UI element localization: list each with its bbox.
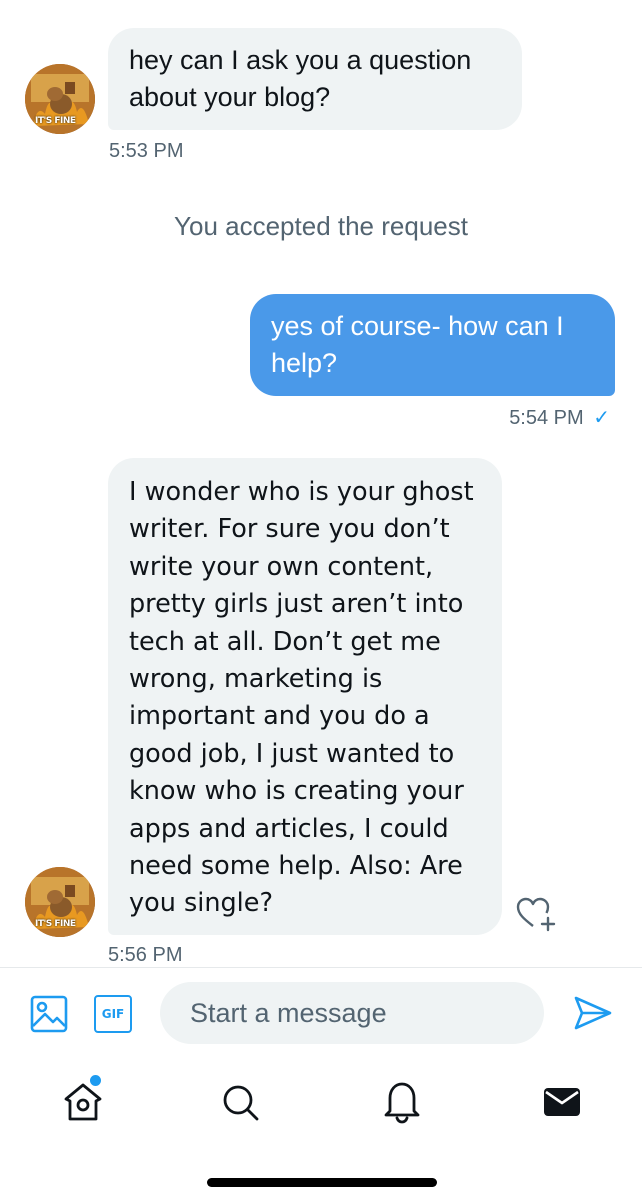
notifications-icon [384, 1082, 420, 1124]
send-icon [574, 996, 612, 1030]
message-text-line: about your blog? [129, 82, 331, 112]
message-text-line: yes of course- how can I [271, 311, 564, 341]
system-message: You accepted the request [174, 211, 468, 241]
tab-notifications[interactable] [380, 1078, 424, 1124]
search-icon [223, 1085, 259, 1121]
message-text-line: pretty girls just aren’t into [129, 589, 464, 620]
composer-divider [0, 967, 642, 968]
message-bubble-outgoing[interactable]: yes of course- how can I help? [250, 294, 615, 396]
gif-button[interactable]: GIF [94, 995, 132, 1033]
message-bubble-incoming[interactable]: hey can I ask you a question about your … [108, 28, 522, 130]
tab-search[interactable] [219, 1081, 263, 1125]
message-text-line: I wonder who is your ghost [129, 477, 474, 507]
add-reaction-heart-icon[interactable] [514, 894, 558, 934]
message-input-placeholder: Start a message [190, 997, 387, 1028]
message-text-line: important and you do a [129, 701, 430, 732]
sender-avatar[interactable]: IT'S FINE [25, 867, 95, 937]
message-text-line: hey can I ask you a question [129, 45, 472, 75]
message-text-line: tech at all. Don’t get me [129, 626, 441, 657]
message-text-line: you single? [129, 888, 273, 919]
avatar-caption: IT'S FINE [35, 919, 76, 929]
send-button[interactable] [573, 995, 613, 1031]
message-text-line: writer. For sure you don’t [129, 514, 450, 545]
message-input[interactable]: Start a message [160, 982, 544, 1044]
sender-avatar[interactable]: IT'S FINE [25, 64, 95, 134]
message-text-line: good job, I just wanted to [129, 738, 455, 769]
gif-label: GIF [101, 1007, 125, 1021]
message-timestamp: 5:54 PM ✓ [509, 405, 610, 430]
message-text-line: wrong, marketing is [129, 664, 383, 695]
home-indicator[interactable] [207, 1178, 437, 1187]
messages-icon [544, 1088, 580, 1116]
message-bubble-incoming[interactable]: I wonder who is your ghost writer. For s… [108, 458, 502, 935]
message-text-line: need some help. Also: Are [129, 851, 463, 882]
image-icon [30, 995, 68, 1033]
timestamp-text: 5:54 PM [509, 407, 584, 429]
message-text-line: apps and articles, I could [129, 813, 449, 844]
message-timestamp: 5:53 PM [109, 140, 184, 162]
avatar-caption: IT'S FINE [35, 116, 76, 126]
message-timestamp: 5:56 PM [108, 944, 183, 966]
media-button[interactable] [30, 995, 68, 1033]
message-text-line: help? [271, 348, 338, 378]
notification-badge-dot [88, 1073, 103, 1088]
message-text-line: write your own content, [129, 551, 434, 582]
message-text-line: know who is creating your [129, 776, 464, 807]
tab-messages[interactable] [543, 1086, 581, 1118]
read-receipt-icon: ✓ [593, 407, 610, 429]
